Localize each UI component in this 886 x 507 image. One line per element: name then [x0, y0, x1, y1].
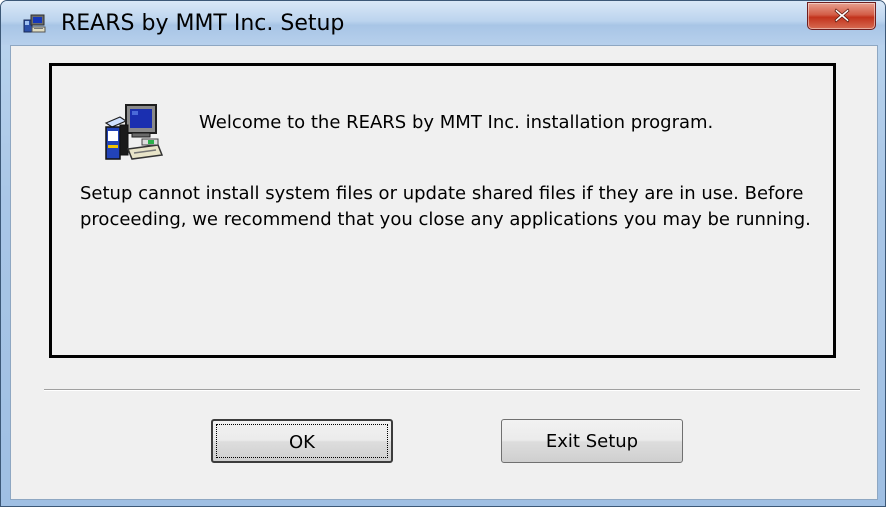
message-panel: Welcome to the REARS by MMT Inc. install…	[49, 63, 836, 358]
welcome-text: Welcome to the REARS by MMT Inc. install…	[199, 112, 714, 133]
exit-setup-button[interactable]: Exit Setup	[501, 419, 683, 463]
exit-setup-button-label: Exit Setup	[545, 431, 639, 452]
window-title: REARS by MMT Inc. Setup	[61, 11, 345, 36]
close-button[interactable]	[807, 2, 876, 30]
setup-computer-icon	[23, 14, 47, 34]
close-icon	[834, 8, 850, 23]
setup-window: REARS by MMT Inc. Setup Welcome to the R…	[0, 0, 886, 507]
ok-button[interactable]: OK	[211, 419, 393, 463]
title-bar[interactable]: REARS by MMT Inc. Setup	[1, 1, 885, 45]
setup-computer-icon	[102, 101, 166, 165]
ok-button-label: OK	[289, 432, 315, 453]
info-message: Setup cannot install system files or upd…	[80, 183, 811, 230]
separator	[44, 389, 860, 391]
dialog-body: Welcome to the REARS by MMT Inc. install…	[10, 45, 878, 500]
